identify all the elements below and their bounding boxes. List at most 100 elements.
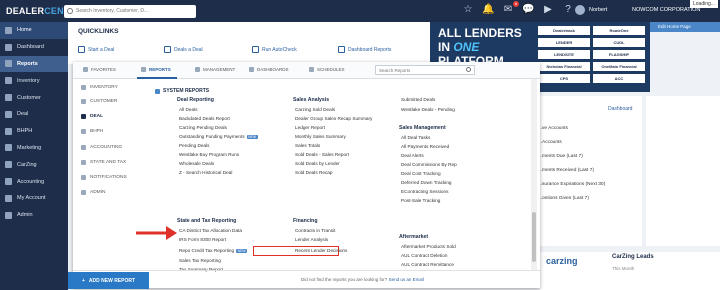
nav-my-account[interactable]: My Account — [0, 190, 68, 207]
video-icon[interactable]: ▶ — [542, 4, 554, 16]
carzing-leads-title: CarZing Leads — [612, 254, 654, 260]
report-link[interactable]: Dealer Group Sales Recap Summary — [295, 116, 372, 121]
category-inventory[interactable]: INVENTORY — [81, 85, 118, 90]
edit-home-page-button[interactable]: Edit Home Page — [650, 22, 720, 32]
nav-dashboard[interactable]: Dashboard — [0, 39, 68, 56]
dashboard-reports-icon — [338, 46, 345, 53]
quicklink-autocheck[interactable]: Run AutoCheck — [252, 46, 297, 53]
add-new-report-button[interactable]: + ADD NEW REPORT — [68, 272, 149, 289]
notifications-icon[interactable]: ✉ 6 — [502, 1, 519, 16]
tab-reports[interactable]: REPORTS — [141, 67, 171, 72]
management-icon — [195, 67, 200, 72]
category-admin[interactable]: ADMIN — [81, 190, 105, 195]
summary-item[interactable]: ...ve Accounts — [538, 126, 568, 131]
top-bar: DEALERCENTER ☆ 🔔 ✉6 💬 ▶ ? Norbert NOWCOM… — [0, 0, 720, 22]
summary-item[interactable]: ...ments Due (Last 7) — [538, 154, 583, 159]
report-link[interactable]: Carzing Pending Deals — [179, 125, 227, 130]
report-link[interactable]: Carzing Sold Deals — [295, 107, 335, 112]
report-link[interactable]: AUL Contract Remittance — [401, 262, 454, 267]
chat-icon[interactable]: 💬 — [522, 4, 534, 16]
user-menu[interactable]: Norbert — [575, 5, 607, 15]
search-icon — [67, 8, 73, 14]
nav-bhph[interactable]: BHPH — [0, 123, 68, 140]
dashboard-link[interactable]: Dashboard — [608, 106, 632, 112]
category-deal[interactable]: DEAL — [81, 114, 103, 119]
help-icon[interactable]: ? — [562, 4, 574, 16]
report-link[interactable]: Aftermarket Products Sold — [401, 244, 456, 249]
report-link[interactable]: Lender Analysis — [295, 237, 328, 242]
category-state-and-tax[interactable]: STATE AND TAX — [81, 160, 126, 165]
report-link[interactable]: Sold Deals Recap — [295, 170, 333, 175]
report-link[interactable]: IRS Form 8300 Report — [179, 237, 226, 242]
tab-dashboards[interactable]: DASHBOARDS — [249, 67, 289, 72]
report-link[interactable]: Sold Deals - Sales Report — [295, 152, 349, 157]
bell-icon[interactable]: 🔔 — [482, 4, 494, 16]
report-link[interactable]: Deal Alerts — [401, 153, 424, 158]
report-link[interactable]: All Deal Tasks — [401, 135, 430, 140]
report-link[interactable]: Z - Search Historical Deal — [179, 170, 232, 175]
nav-inventory[interactable]: Inventory — [0, 72, 68, 89]
search-reports-input[interactable] — [375, 65, 475, 75]
report-link[interactable]: Backdated Deals Report — [179, 116, 230, 121]
report-link[interactable]: AUL Contract Deletion — [401, 253, 447, 258]
nav-reports[interactable]: Reports — [0, 55, 68, 73]
nav-admin[interactable]: Admin — [0, 207, 68, 224]
summary-item[interactable]: ...ments Received (Last 7) — [538, 168, 594, 173]
report-link[interactable]: Sales Totals — [295, 143, 320, 148]
global-search-input[interactable] — [76, 8, 186, 14]
tab-favorites[interactable]: FAVORITES — [83, 67, 116, 72]
report-link[interactable]: Deal Cost Tracking — [401, 171, 441, 176]
reports-icon — [5, 60, 12, 68]
nav-carzing[interactable]: CarZing — [0, 156, 68, 173]
report-link[interactable]: Wholesale Deals — [179, 161, 214, 166]
nav-marketing[interactable]: Marketing — [0, 140, 68, 157]
report-link[interactable]: Westlake Buy Program Runs — [179, 152, 239, 157]
category-notifications[interactable]: NOTIFICATIONS — [81, 175, 127, 180]
section-deal-reporting: Deal Reporting — [177, 97, 214, 103]
dashboards-icon — [249, 67, 254, 72]
dealercenter-logo[interactable]: DEALERCENTER — [0, 6, 82, 16]
global-search[interactable] — [64, 4, 196, 18]
tab-management[interactable]: MANAGEMENT — [195, 67, 235, 72]
red-arrow-annotation — [136, 226, 177, 240]
report-link[interactable]: Contracts in Transit — [295, 228, 335, 233]
report-link[interactable]: Pending Deals — [179, 143, 210, 148]
quicklink-dashboard-reports[interactable]: Dashboard Reports — [338, 46, 391, 53]
star-icon[interactable]: ☆ — [462, 4, 474, 16]
tab-schedules[interactable]: SCHEDULES — [309, 67, 345, 72]
report-link[interactable]: Westlake Deals - Pending — [401, 107, 455, 112]
plus-icon: + — [82, 277, 85, 284]
report-link[interactable]: Recent Lender Decisions — [295, 248, 347, 253]
report-link[interactable]: Monthly Sales Summary — [295, 134, 346, 139]
report-link[interactable]: Ledger Report — [295, 125, 325, 130]
report-link[interactable]: CA District Tax Allocation Data — [179, 228, 242, 233]
report-link[interactable]: Post-Sale Tracking — [401, 198, 440, 203]
lender-logo: OneMain Financial — [593, 62, 645, 71]
report-link[interactable]: Deferred Down Tracking — [401, 180, 452, 185]
report-link[interactable]: Sold Deals by Lender — [295, 161, 340, 166]
report-link[interactable]: EContracting Sessions — [401, 189, 448, 194]
report-link[interactable]: Outstanding Funding Payments NEW — [179, 134, 258, 139]
report-link[interactable]: Sales Tax Reporting — [179, 258, 221, 263]
category-customer[interactable]: CUSTOMER — [81, 99, 117, 104]
nav-accounting[interactable]: Accounting — [0, 173, 68, 190]
accounting-icon — [5, 178, 12, 186]
send-email-link[interactable]: Send us an Email — [389, 277, 424, 282]
report-link[interactable]: All Deals — [179, 107, 198, 112]
report-link-repo-credit-tax[interactable]: Repo Credit Tax Reporting NEW — [179, 248, 248, 253]
summary-item[interactable]: ...surance Expirations (Next 30) — [538, 182, 605, 187]
summary-item[interactable]: ...ontions Given (Last 7) — [538, 196, 589, 201]
report-link[interactable]: All Payments Received — [401, 144, 449, 149]
nav-deal[interactable]: Deal — [0, 106, 68, 123]
report-link[interactable]: Submitted Deals — [401, 97, 435, 102]
user-name: Norbert — [589, 7, 608, 13]
category-accounting[interactable]: ACCOUNTING — [81, 145, 122, 150]
nav-home[interactable]: Home — [0, 22, 68, 39]
quicklink-deals[interactable]: Deals a Deal — [164, 46, 203, 53]
nav-customer[interactable]: Customer — [0, 89, 68, 106]
scrollbar-thumb[interactable] — [532, 212, 536, 262]
report-link[interactable]: Deal Commissions By Rep — [401, 162, 457, 167]
quicklink-start-deal[interactable]: Start a Deal — [78, 46, 114, 53]
category-bhph[interactable]: BHPH — [81, 129, 103, 134]
summary-item[interactable]: ...Accounts — [538, 140, 562, 145]
